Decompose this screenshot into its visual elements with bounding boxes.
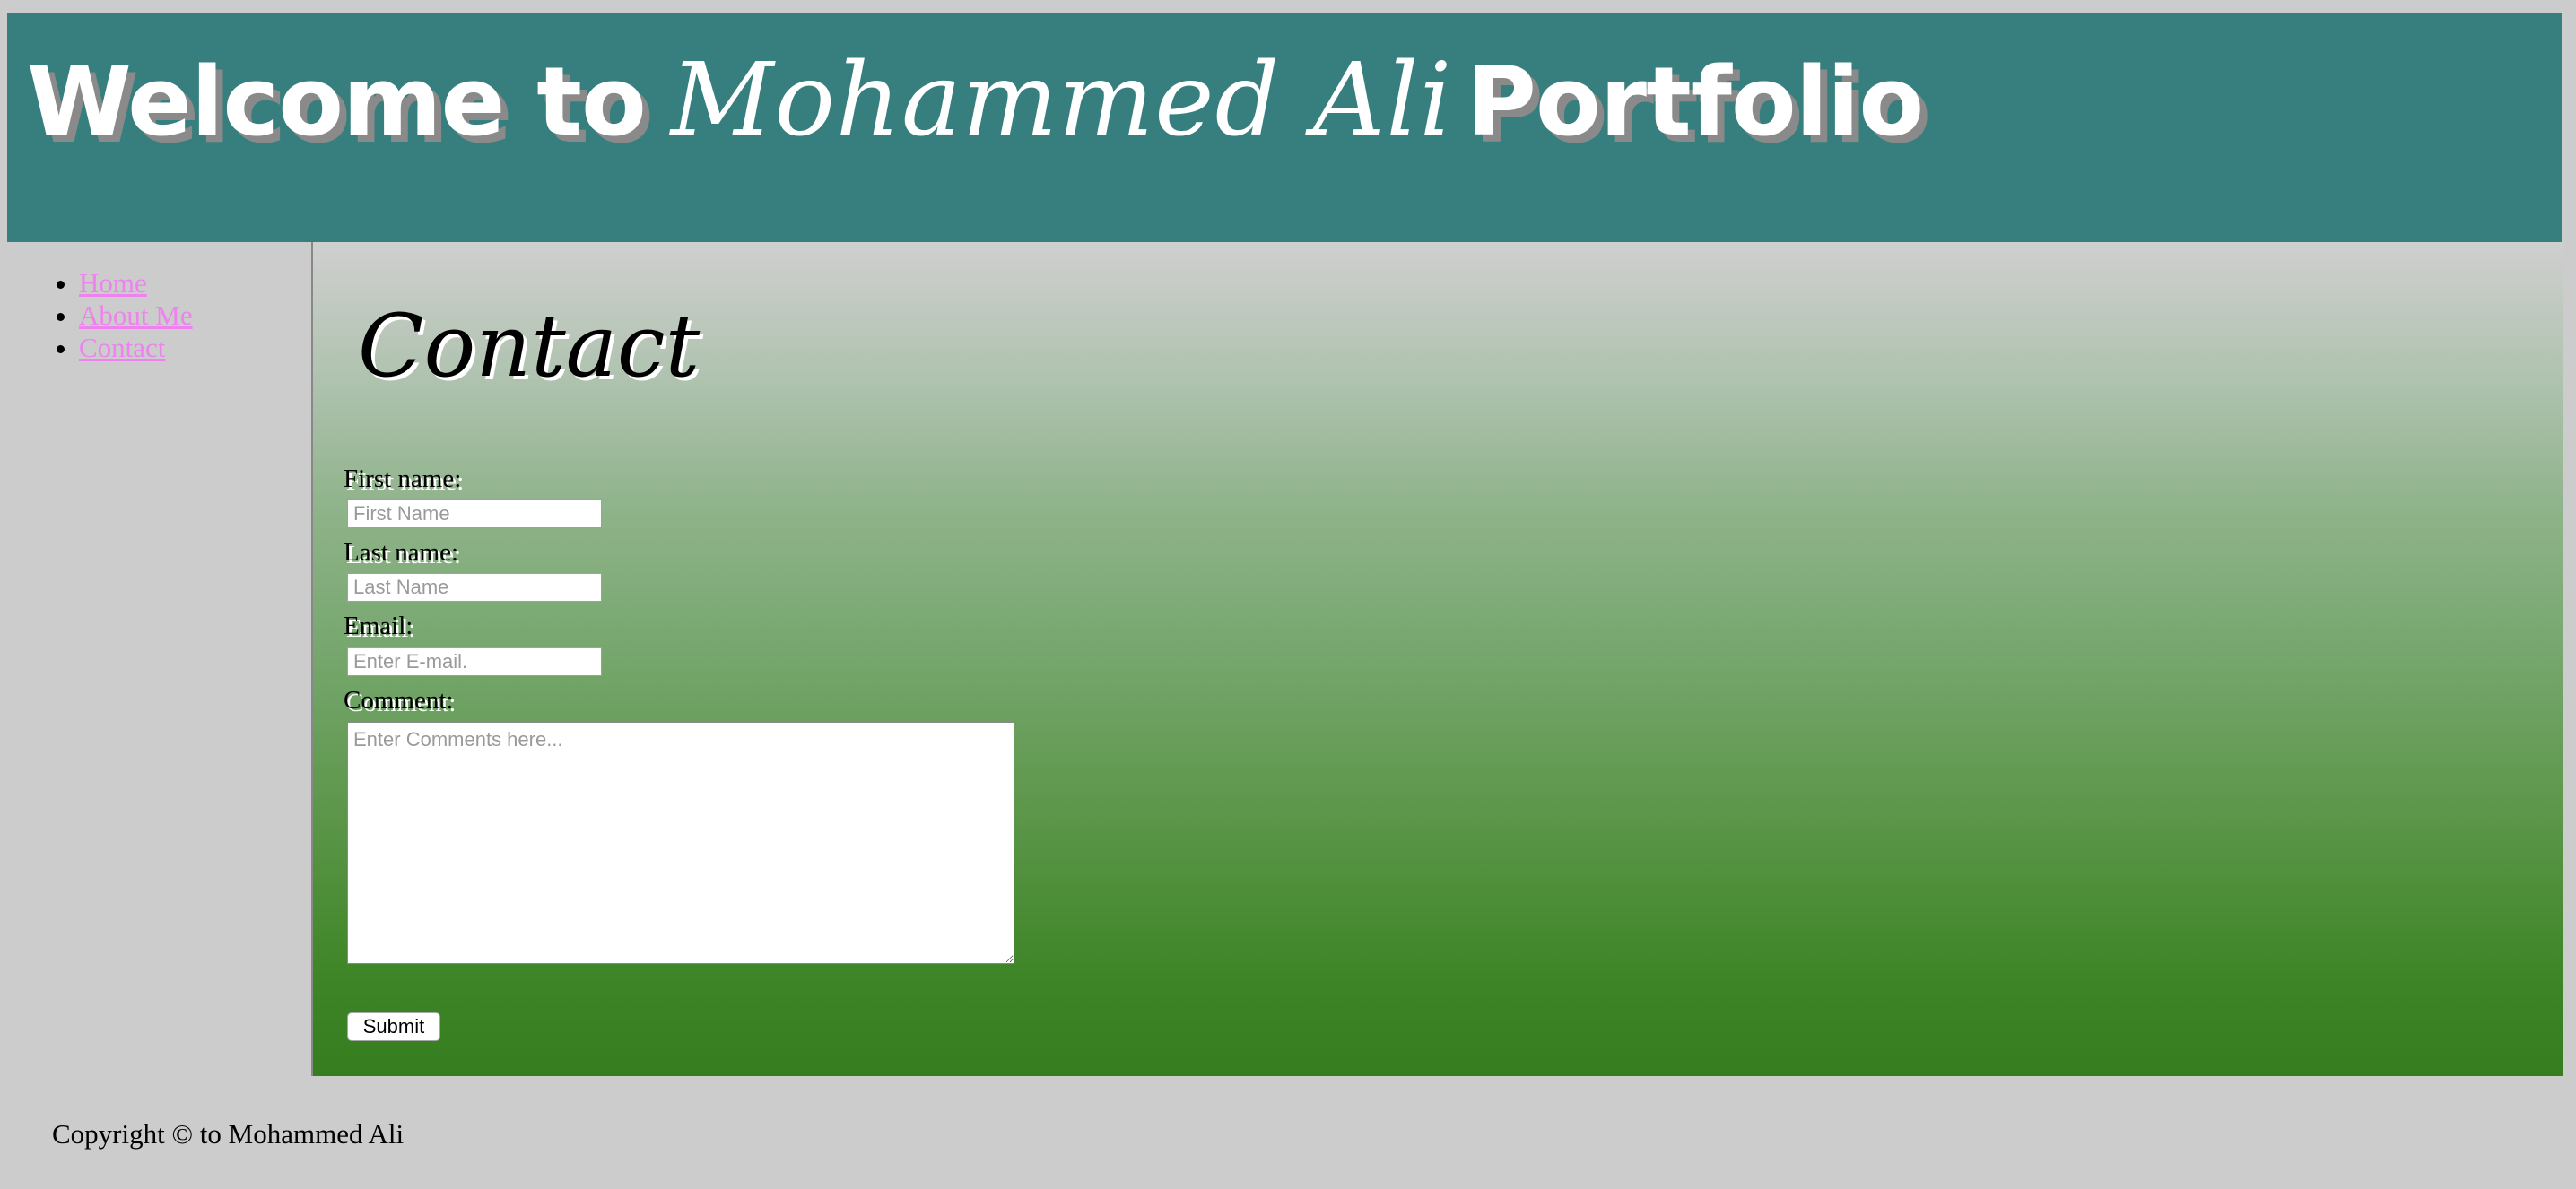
page-heading: Contact xyxy=(358,296,701,396)
email-label: Email: xyxy=(344,612,413,640)
email-input[interactable] xyxy=(347,647,602,676)
comment-textarea[interactable] xyxy=(347,722,1014,964)
page: Welcome toMohammed AliPortfolio Home Abo… xyxy=(0,0,2576,1189)
last-name-label: Last name: xyxy=(344,538,459,567)
site-title: Welcome to Mohammed Ali Portfolio xyxy=(27,50,1924,151)
nav-item-about: About Me xyxy=(79,299,193,332)
first-name-label: First name: xyxy=(344,464,462,493)
comment-label: Comment: xyxy=(344,686,454,715)
nav-item-home: Home xyxy=(79,267,193,299)
nav-item-contact: Contact xyxy=(79,332,193,364)
nav-list: Home About Me Contact xyxy=(0,267,193,364)
main-content: Contact First name: Last name: Email: Co… xyxy=(311,242,2563,1076)
submit-button[interactable]: Submit xyxy=(347,1012,440,1041)
last-name-input[interactable] xyxy=(347,573,602,602)
header-banner: Welcome to Mohammed Ali Portfolio xyxy=(7,13,2562,242)
sidebar-nav: Home About Me Contact xyxy=(0,242,310,1076)
nav-link-home[interactable]: Home xyxy=(79,267,147,299)
nav-link-about[interactable]: About Me xyxy=(79,299,193,331)
site-title-suffix: Portfolio xyxy=(1466,47,1924,157)
footer-copyright: Copyright © to Mohammed Ali xyxy=(52,1118,405,1150)
site-title-prefix: Welcome to xyxy=(27,47,647,157)
first-name-input[interactable] xyxy=(347,499,602,528)
site-title-name: Mohammed Ali xyxy=(670,42,1453,159)
nav-link-contact[interactable]: Contact xyxy=(79,332,165,363)
